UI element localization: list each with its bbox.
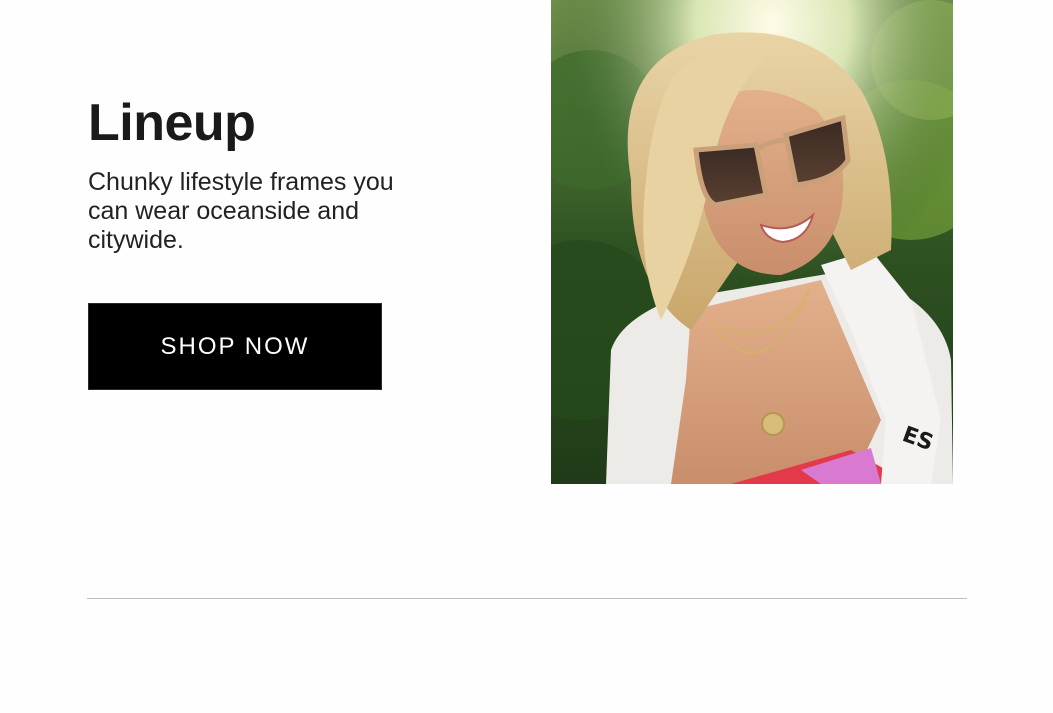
promo-copy: Lineup Chunky lifestyle frames you can w… [88, 94, 468, 255]
photo-illustration: ES [551, 0, 953, 484]
promo-title: Lineup [88, 94, 256, 152]
promo-description: Chunky lifestyle frames you can wear oce… [88, 168, 394, 254]
shop-now-button[interactable]: SHOP NOW [88, 303, 382, 390]
section-divider [87, 598, 967, 599]
product-lifestyle-photo[interactable]: ES [551, 0, 953, 484]
